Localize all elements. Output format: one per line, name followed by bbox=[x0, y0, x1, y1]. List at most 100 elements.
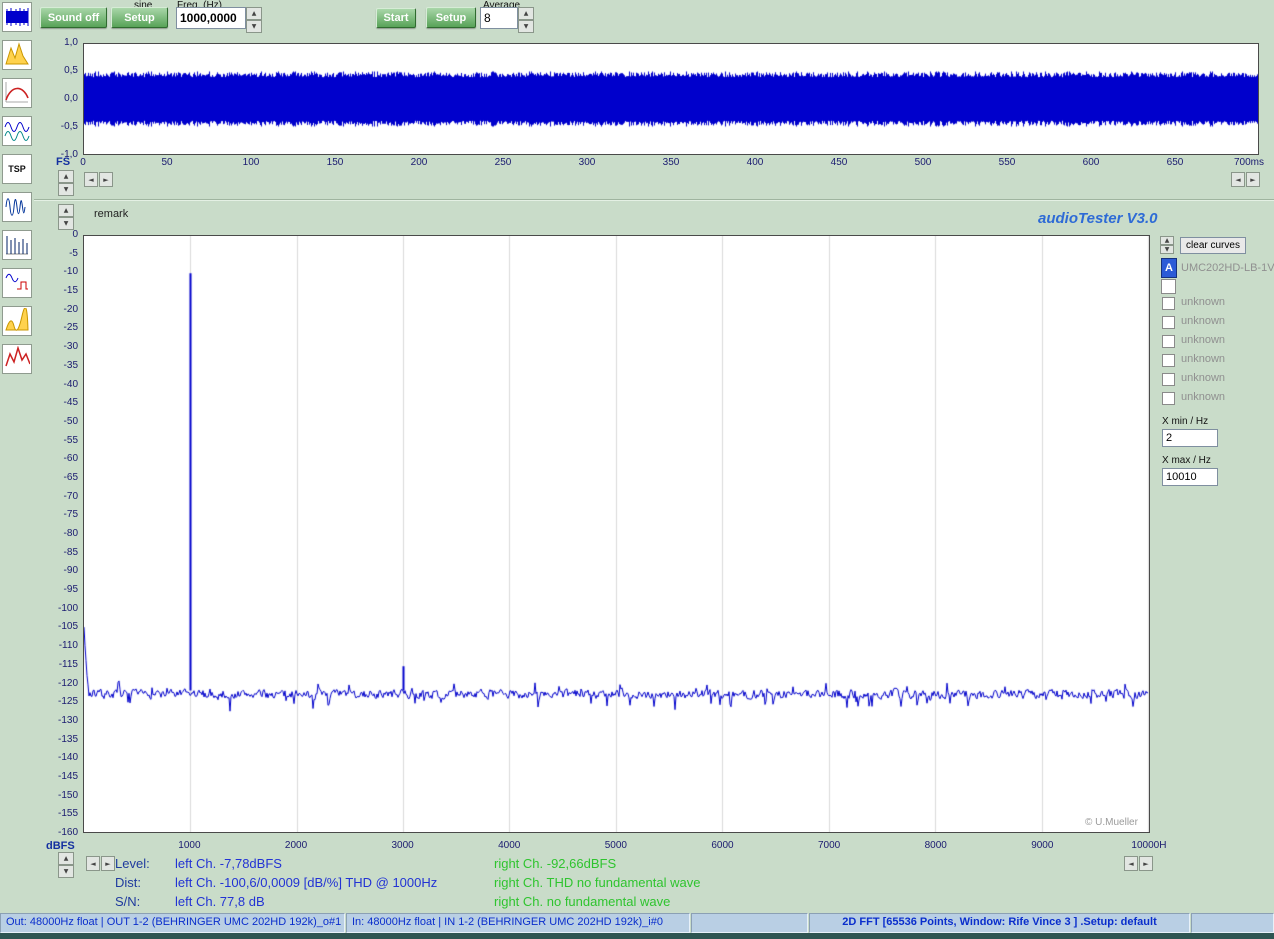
fft-y-tick-label: -25 bbox=[36, 322, 78, 334]
dual-wave-glyph bbox=[4, 118, 30, 144]
setup-analyzer-button[interactable]: Setup bbox=[426, 7, 476, 28]
remark-label: remark bbox=[94, 208, 128, 220]
curve-unknown-checkbox[interactable] bbox=[1162, 297, 1175, 310]
fft-y-spin-up-button[interactable]: ▲ bbox=[58, 852, 74, 865]
sn-right-value: right Ch. no fundamental wave bbox=[494, 894, 670, 909]
fft-scroll-right-button[interactable]: ► bbox=[101, 856, 115, 871]
scope-x-tick-label: 550 bbox=[977, 157, 1037, 169]
curve-a-tile[interactable]: A bbox=[1161, 258, 1177, 278]
dual-wave-icon[interactable] bbox=[2, 116, 32, 146]
fft-x-tick-label: 2000 bbox=[266, 840, 326, 852]
frequency-input[interactable] bbox=[176, 7, 246, 29]
curve-unknown-checkbox[interactable] bbox=[1162, 373, 1175, 386]
spectrum-area-glyph bbox=[4, 308, 30, 334]
x-max-label: X max / Hz bbox=[1162, 455, 1211, 466]
fft-x-tick-label: 10000H bbox=[1119, 840, 1179, 852]
fft-y-tick-label: -55 bbox=[36, 435, 78, 447]
average-input[interactable] bbox=[480, 7, 518, 29]
comb-spectrum-glyph bbox=[4, 232, 30, 258]
average-spin-up-button[interactable]: ▲ bbox=[518, 7, 534, 20]
scope-y-spin-down-button[interactable]: ▼ bbox=[58, 183, 74, 196]
x-max-input[interactable] bbox=[1162, 468, 1218, 486]
frequency-spinner: ▲ ▼ bbox=[246, 7, 262, 33]
sn-left-value: left Ch. 77,8 dB bbox=[175, 894, 265, 909]
fft-y-tick-label: -105 bbox=[36, 621, 78, 633]
fft-y-tick-label: -30 bbox=[36, 341, 78, 353]
fft-y-tick-label: -5 bbox=[36, 248, 78, 260]
curve-unknown-checkbox[interactable] bbox=[1162, 392, 1175, 405]
fft-y-spinner: ▲ ▼ bbox=[58, 852, 74, 878]
scope-x-tick-label: 400 bbox=[725, 157, 785, 169]
scope-y-spin-up-button[interactable]: ▲ bbox=[58, 170, 74, 183]
scope-y-tick-label: 0,5 bbox=[36, 65, 78, 77]
fft-axis-unit: dBFS bbox=[46, 840, 75, 852]
setup-generator-button[interactable]: Setup bbox=[111, 7, 168, 28]
frequency-response-icon[interactable] bbox=[2, 78, 32, 108]
tsp-icon[interactable]: TSP bbox=[2, 154, 32, 184]
level-row-label: Level: bbox=[115, 856, 150, 871]
fft-scroll-left2-button[interactable]: ◄ bbox=[1124, 856, 1138, 871]
curve-unknown-checkbox[interactable] bbox=[1162, 316, 1175, 329]
spectrogram-glyph bbox=[4, 42, 30, 68]
fft-y-tick-label: -75 bbox=[36, 509, 78, 521]
wave-monitor-icon[interactable] bbox=[2, 2, 32, 32]
level-right-value: right Ch. -92,66dBFS bbox=[494, 856, 616, 871]
scope-x-tick-label: 50 bbox=[137, 157, 197, 169]
fft-y-tick-label: -95 bbox=[36, 584, 78, 596]
app-window: TSP sine Freq. (Hz) Average Sound off Se… bbox=[0, 0, 1274, 939]
frequency-response-glyph bbox=[4, 80, 30, 106]
statusbar-in: In: 48000Hz float | IN 1-2 (BEHRINGER UM… bbox=[346, 913, 690, 933]
frequency-spin-up-button[interactable]: ▲ bbox=[246, 7, 262, 20]
spectrogram-icon[interactable] bbox=[2, 40, 32, 70]
curve-unknown-label: unknown bbox=[1181, 296, 1225, 308]
taskbar-strip bbox=[0, 933, 1274, 939]
fft-y-tick-label: -85 bbox=[36, 547, 78, 559]
scope-waveform bbox=[84, 44, 1258, 154]
fft-x-tick-label: 8000 bbox=[906, 840, 966, 852]
frequency-spin-down-button[interactable]: ▼ bbox=[246, 20, 262, 33]
scope-x-tick-label: 600 bbox=[1061, 157, 1121, 169]
scope-y-tick-label: 0,0 bbox=[36, 93, 78, 105]
fft-x-tick-label: 9000 bbox=[1012, 840, 1072, 852]
scope-x-tick-label: 300 bbox=[557, 157, 617, 169]
scope-x-tick-label: 500 bbox=[893, 157, 953, 169]
wave-generator-glyph bbox=[4, 270, 30, 296]
x-min-input[interactable] bbox=[1162, 429, 1218, 447]
average-spinner: ▲ ▼ bbox=[518, 7, 534, 33]
fft-scroll-left-button[interactable]: ◄ bbox=[86, 856, 100, 871]
scope-x-tick-label: 0 bbox=[53, 157, 113, 169]
scope-x-tick-label: 450 bbox=[809, 157, 869, 169]
curve-checkbox-empty[interactable] bbox=[1161, 279, 1176, 294]
sound-off-button[interactable]: Sound off bbox=[40, 7, 107, 28]
scope-scroll-left2-button[interactable]: ◄ bbox=[1231, 172, 1245, 187]
fft-y-spin-down-button[interactable]: ▼ bbox=[58, 865, 74, 878]
fft-y-tick-label: -90 bbox=[36, 565, 78, 577]
clear-curves-button[interactable]: clear curves bbox=[1180, 237, 1246, 254]
curve-unknown-checkbox[interactable] bbox=[1162, 335, 1175, 348]
scope-scroll-right-button[interactable]: ► bbox=[99, 172, 113, 187]
fft-y-tick-label: -110 bbox=[36, 640, 78, 652]
dist-left-value: left Ch. -100,6/0,0009 [dB/%] THD @ 1000… bbox=[175, 875, 437, 890]
average-spin-down-button[interactable]: ▼ bbox=[518, 20, 534, 33]
scope-scroll-right2-button[interactable]: ► bbox=[1246, 172, 1260, 187]
sweep-curve-icon[interactable] bbox=[2, 192, 32, 222]
curve-unknown-label: unknown bbox=[1181, 315, 1225, 327]
comb-spectrum-icon[interactable] bbox=[2, 230, 32, 260]
wave-generator-icon[interactable] bbox=[2, 268, 32, 298]
scope-x-tick-label: 350 bbox=[641, 157, 701, 169]
fft-y-tick-label: -40 bbox=[36, 379, 78, 391]
fft-spectrum bbox=[84, 236, 1149, 832]
scope-y-spinner: ▲ ▼ bbox=[58, 170, 74, 196]
start-button[interactable]: Start bbox=[376, 8, 416, 28]
spectrum-area-icon[interactable] bbox=[2, 306, 32, 336]
remark-spin-up-button[interactable]: ▲ bbox=[58, 204, 74, 217]
curve-unknown-checkbox[interactable] bbox=[1162, 354, 1175, 367]
fft-scroll-right2-button[interactable]: ► bbox=[1139, 856, 1153, 871]
curve-unknown-label: unknown bbox=[1181, 353, 1225, 365]
curve-list-down-button[interactable]: ▼ bbox=[1160, 245, 1174, 254]
fft-x-tick-label: 6000 bbox=[692, 840, 752, 852]
curve-list-up-button[interactable]: ▲ bbox=[1160, 236, 1174, 245]
scope-scroll-left-button[interactable]: ◄ bbox=[84, 172, 98, 187]
distortion-curve-icon[interactable] bbox=[2, 344, 32, 374]
fft-x-tick-label: 4000 bbox=[479, 840, 539, 852]
